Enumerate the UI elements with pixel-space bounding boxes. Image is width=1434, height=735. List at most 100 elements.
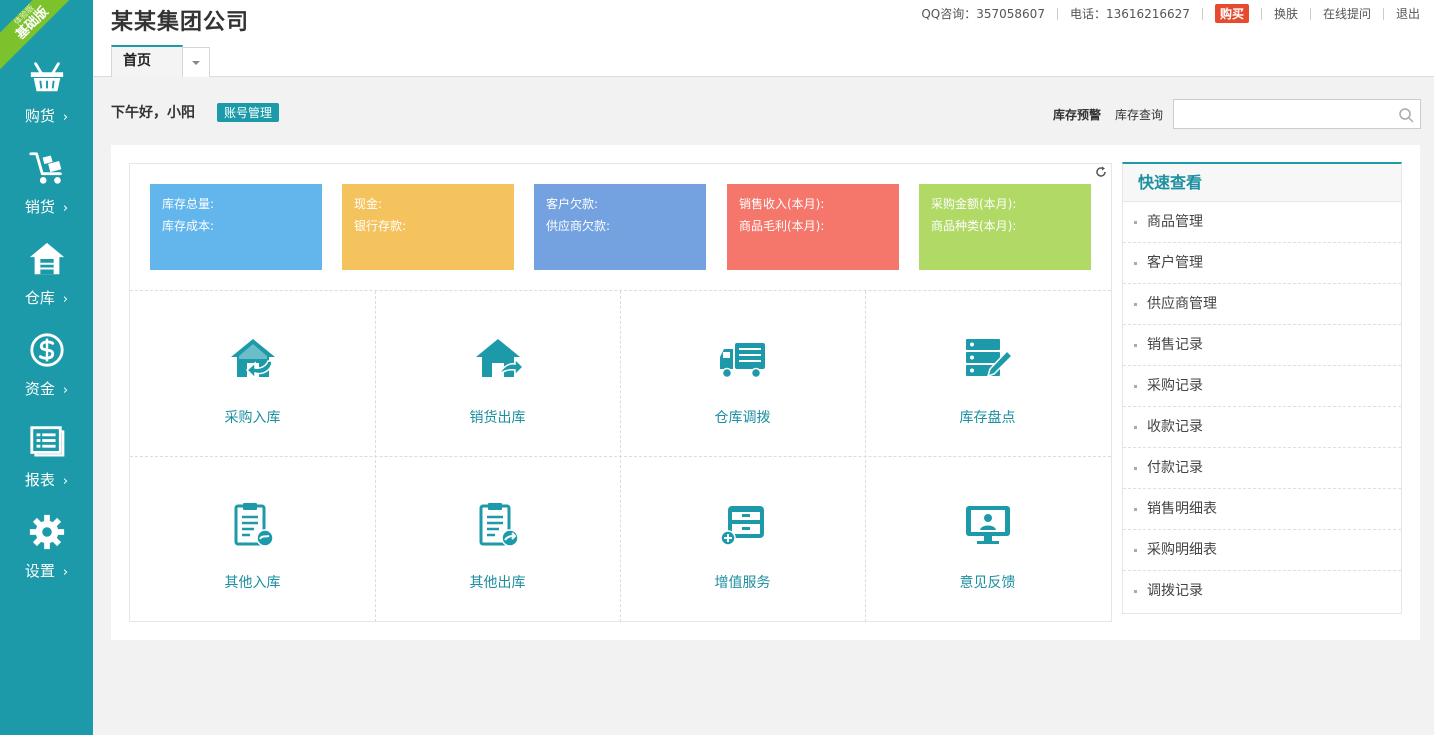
basket-icon [30,62,63,92]
sidebar-item-label: 销货 [24,198,55,216]
stock-alert-link[interactable]: 库存预警 [1053,106,1101,123]
gear-icon [29,514,64,550]
action-sales-out[interactable]: 销货出库 [375,291,620,456]
value-added-icon [719,506,764,546]
sidebar-item-label: 资金 [24,380,55,398]
refresh-icon[interactable] [1093,166,1109,182]
quick-view-title: 快速查看 [1123,164,1401,202]
quick-item-label: 收款记录 [1147,419,1203,435]
action-other-out[interactable]: 其他出库 [375,456,620,621]
purchase-in-icon [230,339,275,380]
sidebar-item-funds[interactable]: 资金 › [0,329,93,420]
stat-line: 库存成本: [162,219,215,233]
quick-item-label: 采购明细表 [1147,542,1217,558]
quick-item-transfer-records[interactable]: 调拨记录 [1123,571,1401,612]
dashboard-card: 库存总量: 库存成本: 现金: 银行存款: 客户欠款: 供应商欠款: 销售收入(… [129,163,1112,622]
phone-number: 电话：13616216627 [1069,7,1190,21]
action-label: 仓库调拨 [714,410,771,426]
bullet-icon [1134,385,1137,388]
cart-icon [28,152,62,184]
quick-item-label: 采购记录 [1147,378,1203,394]
bullet-icon [1134,590,1137,593]
stat-line: 商品毛利(本月): [739,219,825,233]
logout-link[interactable]: 退出 [1396,5,1420,22]
quick-item-label: 商品管理 [1147,214,1203,230]
action-warehouse-transfer[interactable]: 仓库调拨 [620,291,865,456]
tab-dropdown-button[interactable] [183,47,210,77]
inventory-check-icon [965,339,1013,378]
action-label: 采购入库 [224,410,281,426]
sidebar-item-label: 报表 [24,471,55,489]
search-icon[interactable] [1398,107,1414,123]
chevron-right-icon: › [62,201,69,216]
stat-line: 供应商欠款: [546,219,611,233]
stock-search-input[interactable] [1174,100,1384,128]
sidebar-item-purchase[interactable]: 购货 › [0,56,93,147]
action-value-added[interactable]: 增值服务 [620,456,865,621]
chevron-right-icon: › [62,292,69,307]
quick-item-label: 付款记录 [1147,460,1203,476]
quick-item-receipt-records[interactable]: 收款记录 [1123,407,1401,448]
quick-item-label: 客户管理 [1147,255,1203,271]
sidebar-item-sales[interactable]: 销货 › [0,147,93,238]
account-manage-button[interactable]: 账号管理 [217,103,280,122]
quick-item-payment-records[interactable]: 付款记录 [1123,448,1401,489]
action-label: 其他入库 [224,575,281,591]
stat-line: 销售收入(本月): [739,197,825,211]
stat-card-cash: 现金: 银行存款: [342,184,514,270]
tab-home[interactable]: 首页 [111,45,183,77]
report-icon [29,426,64,457]
stat-line: 银行存款: [354,219,407,233]
sidebar-item-reports[interactable]: 报表 › [0,420,93,511]
action-label: 销货出库 [469,410,526,426]
stat-line: 采购金额(本月): [931,197,1017,211]
quick-item-purchase-records[interactable]: 采购记录 [1123,366,1401,407]
sidebar-item-warehouse[interactable]: 仓库 › [0,238,93,329]
action-other-in[interactable]: 其他入库 [130,456,375,621]
dollar-icon [29,333,64,367]
qq-consult: QQ咨询：357058607 [921,7,1045,21]
feedback-icon [965,506,1010,544]
sidebar-item-label: 仓库 [24,289,55,307]
bullet-icon [1134,303,1137,306]
quick-item-sales-records[interactable]: 销售记录 [1123,325,1401,366]
sales-out-icon [475,339,523,377]
quick-item-label: 销售明细表 [1147,501,1217,517]
online-ask-link[interactable]: 在线提问 [1323,5,1371,22]
bullet-icon [1134,262,1137,265]
quick-item-sales-detail[interactable]: 销售明细表 [1123,489,1401,530]
chevron-right-icon: › [62,474,69,489]
bullet-icon [1134,426,1137,429]
top-header: 某某集团公司 QQ咨询：357058607 电话：13616216627 购买 … [93,0,1434,77]
chevron-right-icon: › [62,383,69,398]
buy-button[interactable]: 购买 [1214,4,1249,23]
truck-icon [719,343,765,379]
other-in-icon [234,503,274,547]
sidebar-nav: 购货 › 销货 › 仓库 › 资金 › 报表 › 设置 › [0,56,93,602]
action-feedback[interactable]: 意见反馈 [865,456,1110,621]
action-inventory-check[interactable]: 库存盘点 [865,291,1110,456]
skin-link[interactable]: 换肤 [1274,5,1298,22]
chevron-right-icon: › [62,565,69,580]
stat-card-debts: 客户欠款: 供应商欠款: [534,184,706,270]
bullet-icon [1134,344,1137,347]
action-label: 其他出库 [469,575,526,591]
sidebar-item-settings[interactable]: 设置 › [0,511,93,602]
quick-item-customers[interactable]: 客户管理 [1123,243,1401,284]
caret-down-icon [192,60,200,65]
divider [1201,7,1203,20]
stat-line: 现金: [354,197,383,211]
quick-item-products[interactable]: 商品管理 [1123,202,1401,243]
quick-item-purchase-detail[interactable]: 采购明细表 [1123,530,1401,571]
stat-line: 客户欠款: [546,197,599,211]
quick-item-suppliers[interactable]: 供应商管理 [1123,284,1401,325]
sidebar: 体验版 基础版 购货 › 销货 › 仓库 › 资金 › 报表 › 设置 › [0,0,93,735]
company-title: 某某集团公司 [111,9,250,35]
action-purchase-in[interactable]: 采购入库 [130,291,375,456]
sidebar-item-label: 购货 [24,107,55,125]
action-label: 增值服务 [714,575,771,591]
action-label: 库存盘点 [959,410,1016,426]
stat-card-sales: 销售收入(本月): 商品毛利(本月): [727,184,899,270]
bullet-icon [1134,467,1137,470]
stock-query-label: 库存查询 [1115,108,1164,122]
